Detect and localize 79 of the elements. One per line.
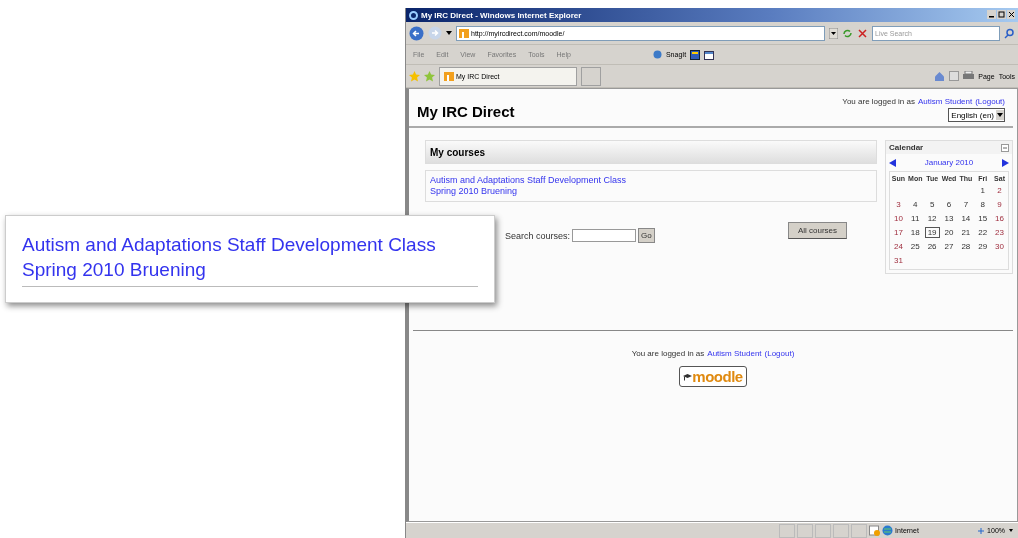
calendar-day[interactable]: 13 (941, 213, 957, 224)
star-icon[interactable] (409, 70, 420, 82)
site-name: My IRC Direct (417, 103, 515, 122)
calendar-title: Calendar (889, 143, 924, 152)
caret-icon[interactable] (446, 30, 452, 36)
language-select[interactable]: English (en) (948, 108, 1005, 122)
calendar-day[interactable]: 3 (893, 199, 904, 210)
collapse-icon[interactable] (1001, 143, 1009, 152)
calendar-day[interactable]: 20 (941, 227, 957, 238)
search-input[interactable] (572, 229, 637, 242)
login-text: You are logged in as (631, 349, 705, 358)
calendar-day[interactable]: 19 (924, 227, 940, 238)
caret-icon (996, 110, 1004, 120)
user-link[interactable]: Autism Student (707, 349, 762, 358)
status-pane (851, 523, 868, 538)
print-icon[interactable] (963, 71, 975, 81)
login-text: You are logged in as (842, 97, 915, 106)
calendar-day[interactable]: 10 (890, 213, 906, 224)
search-icon[interactable] (1004, 27, 1015, 39)
calendar-day[interactable]: 9 (994, 199, 1005, 210)
calendar-day[interactable]: 14 (958, 213, 974, 224)
browser-logo-icon (409, 10, 418, 20)
previous-icon[interactable] (889, 158, 896, 167)
calendar-day[interactable]: 12 (924, 213, 940, 224)
block-header: My courses (425, 140, 877, 164)
status-pane (833, 523, 850, 538)
status-pane (797, 523, 814, 538)
calendar-day[interactable]: 15 (975, 213, 991, 224)
dropdown-icon[interactable] (829, 27, 838, 39)
calendar-day[interactable]: 4 (910, 199, 921, 210)
calendar-day[interactable]: 26 (924, 241, 940, 252)
calendar-day[interactable]: 18 (907, 227, 923, 238)
course-link[interactable]: Spring 2010 Bruening (22, 257, 478, 282)
close-icon[interactable] (857, 27, 868, 39)
calendar-day[interactable]: 11 (908, 213, 923, 224)
course-link[interactable]: Autism and Adaptations Staff Development Class (430, 175, 872, 186)
caret-icon[interactable] (1007, 527, 1015, 534)
window-title: My IRC Direct - Windows Internet Explorer (421, 10, 583, 20)
home-icon[interactable] (934, 70, 946, 82)
calendar-day[interactable]: 17 (890, 227, 906, 238)
grid-icon[interactable] (690, 49, 701, 60)
globe-icon (882, 525, 894, 536)
calendar-day[interactable]: 6 (943, 199, 955, 210)
calendar-day[interactable]: 7 (960, 199, 972, 210)
calendar-day[interactable]: 21 (958, 227, 974, 238)
calendar-day[interactable]: 23 (992, 227, 1007, 238)
course-link[interactable]: Spring 2010 Bruening (430, 186, 872, 197)
calendar-day[interactable]: 8 (977, 199, 988, 210)
globe-icon[interactable] (652, 50, 662, 59)
window-icon[interactable] (704, 49, 715, 60)
user-link[interactable]: Autism Student (917, 97, 973, 106)
graduation-cap-icon (683, 372, 693, 381)
calendar-day[interactable]: 25 (907, 241, 923, 252)
month-title: January 2010 (924, 158, 974, 167)
window-controls-icon[interactable] (987, 10, 1015, 20)
logout-link[interactable]: (Logout) (764, 349, 795, 358)
favicon-icon (459, 28, 469, 38)
calendar-day[interactable]: 1 (977, 185, 988, 196)
zoom-icon[interactable] (977, 526, 986, 535)
calendar-day[interactable]: 27 (941, 241, 957, 252)
status-pane (779, 523, 796, 538)
logout-link[interactable]: (Logout) (975, 97, 1005, 106)
calendar-day[interactable]: 5 (926, 199, 938, 210)
calendar-day[interactable]: 29 (975, 241, 991, 252)
calendar-day[interactable]: 2 (994, 185, 1005, 196)
calendar-day[interactable]: 22 (975, 227, 991, 238)
calendar-day[interactable]: 16 (992, 213, 1007, 224)
course-link[interactable]: Autism and Adaptations Staff Development Class (22, 232, 478, 257)
next-icon[interactable] (1002, 158, 1009, 167)
search-label: Search courses: (505, 230, 571, 241)
status-pane (815, 523, 832, 538)
back-icon[interactable] (409, 25, 424, 41)
calendar-day[interactable]: 30 (992, 241, 1007, 252)
all-courses-button[interactable]: All courses (787, 222, 847, 239)
go-button[interactable]: Go (638, 228, 655, 243)
favicon-icon (444, 71, 454, 81)
calendar-day[interactable]: 24 (890, 241, 906, 252)
calendar-day[interactable]: 28 (958, 241, 974, 252)
calendar-day[interactable]: 31 (890, 255, 906, 266)
